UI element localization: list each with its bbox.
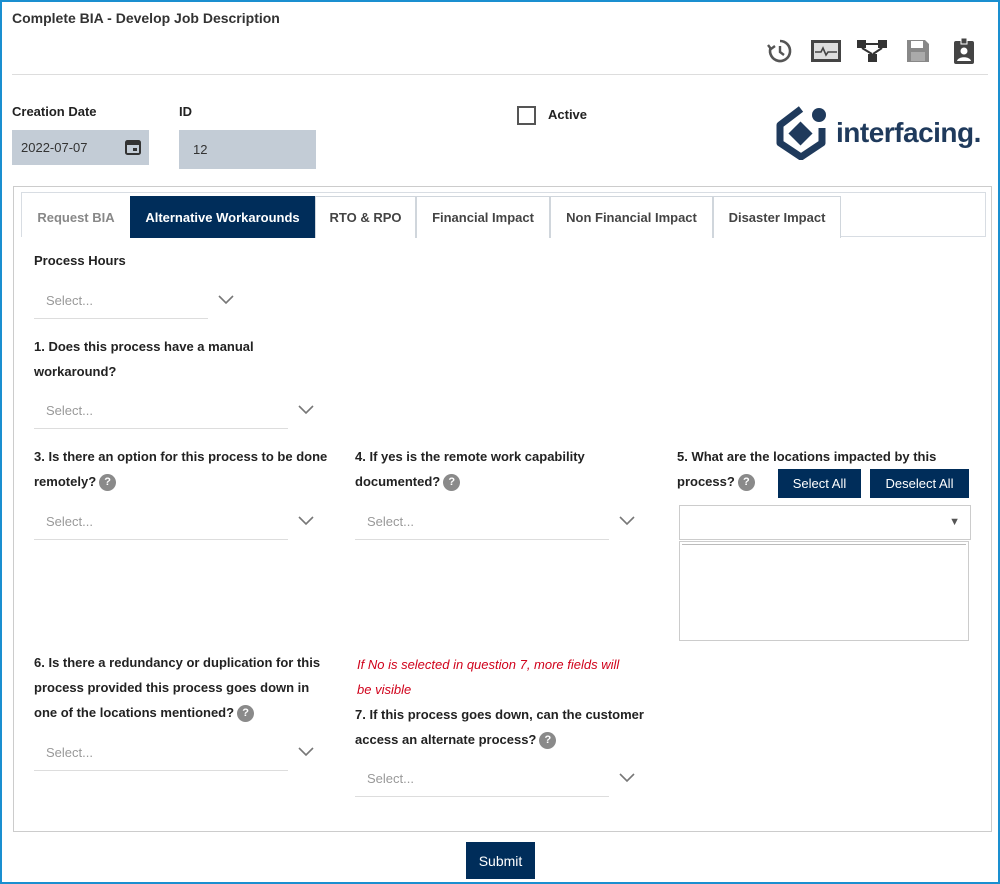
interfacing-logo: interfacing.: [774, 106, 981, 160]
page-title: Complete BIA - Develop Job Description: [12, 10, 280, 26]
tab-disaster-impact[interactable]: Disaster Impact: [713, 196, 841, 238]
q7-placeholder: Select...: [367, 771, 414, 786]
q7-label: 7. If this process goes down, can the cu…: [355, 702, 644, 752]
q1-line1: 1. Does this process have a manual: [34, 339, 254, 354]
q3-placeholder: Select...: [46, 514, 93, 529]
q7-note: If No is selected in question 7, more fi…: [357, 652, 657, 702]
save-icon[interactable]: [902, 36, 934, 66]
id-field: 12: [179, 130, 316, 169]
q1-select[interactable]: Select...: [34, 393, 314, 429]
help-icon[interactable]: ?: [443, 474, 461, 492]
q6-select[interactable]: Select...: [34, 735, 314, 771]
q4-label: 4. If yes is the remote work capability …: [355, 444, 585, 494]
caret-down-icon: ▼: [949, 516, 960, 528]
monitor-icon[interactable]: [810, 36, 842, 66]
chevron-down-icon: [298, 745, 314, 760]
q1-line2: workaround?: [34, 364, 117, 379]
q4-placeholder: Select...: [367, 514, 414, 529]
q6-label: 6. Is there a redundancy or duplication …: [34, 650, 320, 725]
chevron-down-icon: [298, 514, 314, 529]
tab-alternative-workarounds[interactable]: Alternative Workarounds: [130, 196, 315, 238]
toolbar: [764, 36, 980, 66]
q3-line2: remotely?: [34, 474, 97, 489]
q4-line2: documented?: [355, 474, 441, 489]
locations-listbox[interactable]: [679, 541, 969, 641]
q7-line1: 7. If this process goes down, can the cu…: [355, 707, 644, 722]
process-hours-label: Process Hours: [34, 253, 126, 268]
creation-date-field[interactable]: 2022-07-07: [12, 130, 149, 165]
logo-mark-icon: [776, 106, 826, 160]
chevron-down-icon: [218, 293, 234, 308]
calendar-icon[interactable]: [125, 139, 141, 158]
id-value: 12: [193, 142, 208, 157]
active-label: Active: [548, 107, 588, 122]
submit-button[interactable]: Submit: [466, 842, 535, 879]
creation-date-value: 2022-07-07: [21, 140, 88, 155]
tab-financial-impact[interactable]: Financial Impact: [416, 196, 550, 238]
chevron-down-icon: [619, 771, 635, 786]
q3-label: 3. Is there an option for this process t…: [34, 444, 327, 494]
deselect-all-button[interactable]: Deselect All: [870, 469, 969, 498]
tab-rto-rpo[interactable]: RTO & RPO: [315, 196, 416, 238]
id-label: ID: [179, 104, 192, 119]
tab-request-bia[interactable]: Request BIA: [22, 196, 130, 238]
logo-text: interfacing.: [836, 117, 981, 148]
help-icon[interactable]: ?: [737, 474, 755, 492]
q5-line1: 5. What are the locations impacted by th…: [677, 449, 937, 464]
window-frame: Complete BIA - Develop Job Description C…: [0, 0, 1000, 884]
q3-line1: 3. Is there an option for this process t…: [34, 449, 328, 464]
process-hours-select[interactable]: Select...: [34, 283, 234, 319]
help-icon[interactable]: ?: [539, 732, 557, 750]
q6-line2: process provided this process goes down …: [34, 680, 310, 695]
q4-select[interactable]: Select...: [355, 504, 635, 540]
q5-line2: process?: [677, 474, 735, 489]
tab-non-financial-impact[interactable]: Non Financial Impact: [550, 196, 713, 238]
q4-line1: 4. If yes is the remote work capability: [355, 449, 585, 464]
q7-select[interactable]: Select...: [355, 761, 635, 797]
locations-select[interactable]: ▼: [679, 505, 971, 540]
history-icon[interactable]: [764, 36, 796, 66]
help-icon[interactable]: ?: [99, 474, 117, 492]
q3-select[interactable]: Select...: [34, 504, 314, 540]
header-divider: [12, 74, 988, 75]
q1-label: 1. Does this process have a manual worka…: [34, 334, 254, 384]
chevron-down-icon: [298, 403, 314, 418]
select-all-button[interactable]: Select All: [778, 469, 861, 498]
creation-date-label: Creation Date: [12, 104, 97, 119]
q6-line1: 6. Is there a redundancy or duplication …: [34, 655, 321, 670]
process-hours-placeholder: Select...: [46, 293, 93, 308]
q6-line3: one of the locations mentioned?: [34, 705, 235, 720]
chevron-down-icon: [619, 514, 635, 529]
q6-placeholder: Select...: [46, 745, 93, 760]
tab-bar: Request BIA Alternative Workarounds RTO …: [21, 192, 986, 238]
id-badge-icon[interactable]: [948, 36, 980, 66]
note-line1: If No is selected in question 7, more fi…: [357, 657, 620, 672]
listbox-divider: [682, 544, 966, 545]
active-checkbox[interactable]: [517, 106, 536, 125]
help-icon[interactable]: ?: [237, 705, 255, 723]
note-line2: be visible: [357, 682, 412, 697]
q1-placeholder: Select...: [46, 403, 93, 418]
workflow-icon[interactable]: [856, 36, 888, 66]
q7-line2: access an alternate process?: [355, 732, 537, 747]
